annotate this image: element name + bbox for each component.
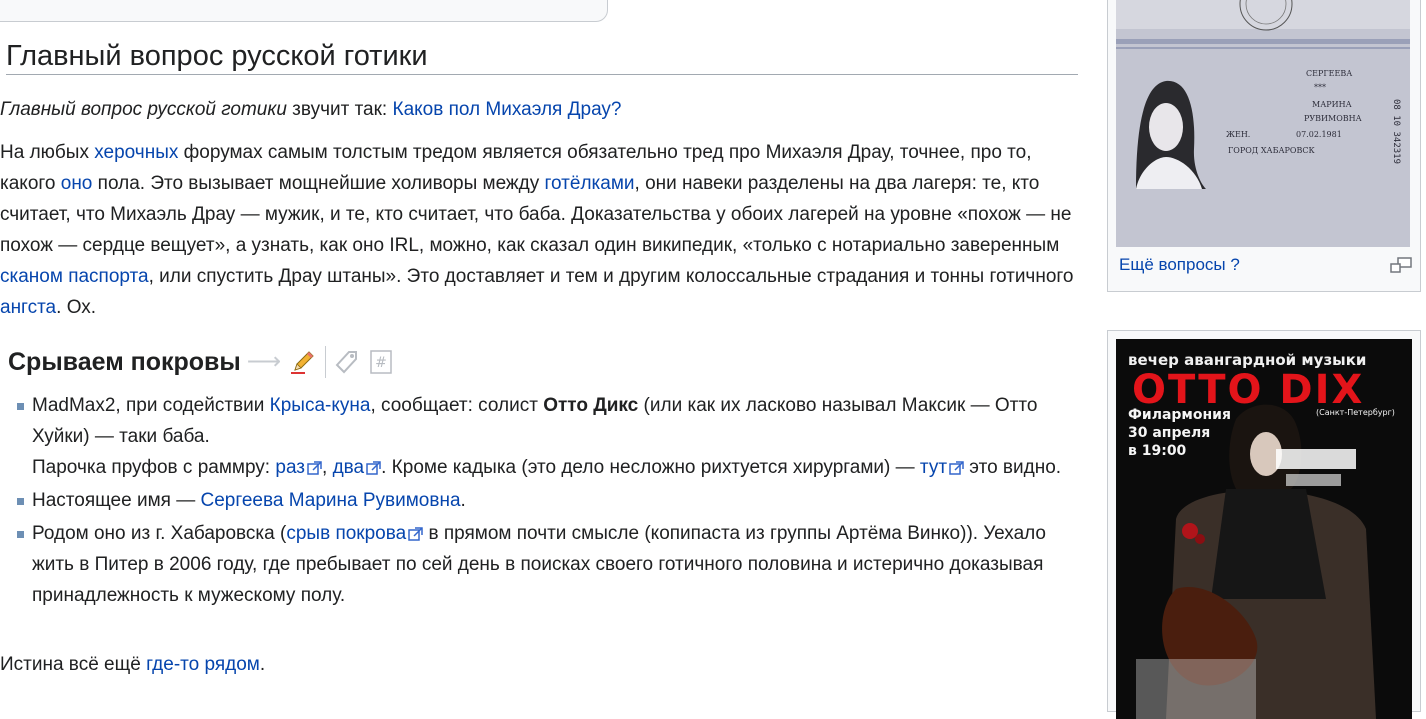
svg-text:08 10 342319: 08 10 342319 — [1391, 99, 1401, 164]
bullet — [17, 531, 24, 538]
subsection-heading: Срываем покровы ⟶ # — [8, 343, 394, 381]
svg-text:Филармония: Филармония — [1128, 407, 1231, 423]
tag-icon[interactable] — [334, 348, 360, 376]
subsection-title: Срываем покровы — [8, 348, 241, 376]
intro-paragraph: Главный вопрос русской готики звучит так… — [0, 99, 622, 120]
closing-paragraph: Истина всё ещё где-то рядом. — [0, 654, 266, 675]
svg-text:СЕРГЕЕВА: СЕРГЕЕВА — [1306, 69, 1352, 78]
facts-list: MadMax2, при содействии Крыса-куна, сооб… — [14, 390, 1089, 613]
magnify-icon[interactable] — [1390, 257, 1412, 273]
link-ono[interactable]: оно — [61, 173, 93, 194]
link-passport-scan[interactable]: сканом паспорта — [0, 266, 149, 287]
separator — [325, 346, 327, 378]
edit-pencil-icon[interactable] — [289, 348, 317, 376]
passport-image[interactable]: СЕРГЕЕВА *** МАРИНА РУВИМОВНА ЖЕН. 07.02… — [1116, 0, 1410, 247]
link-gde-to-ryadom[interactable]: где-то рядом — [146, 654, 260, 675]
list-item: Настоящее имя — Сергеева Марина Рувимовн… — [14, 485, 1089, 516]
intro-italic: Главный вопрос русской готики — [0, 99, 287, 120]
link-krysa-kun[interactable]: Крыса-куна — [270, 395, 371, 416]
external-link-icon — [366, 461, 381, 475]
link-raz[interactable]: раз — [275, 457, 305, 478]
svg-text:в 19:00: в 19:00 — [1128, 443, 1187, 459]
link-gotelki[interactable]: готёлками — [545, 173, 635, 194]
svg-text:ЖЕН.: ЖЕН. — [1226, 130, 1250, 139]
bold-otto-dix: Отто Дикс — [543, 395, 639, 416]
link-dva[interactable]: два — [333, 457, 365, 478]
bullet — [17, 498, 24, 505]
sidebar-thumb-passport: СЕРГЕЕВА *** МАРИНА РУВИМОВНА ЖЕН. 07.02… — [1107, 0, 1421, 292]
edit-tools: ⟶ # — [247, 343, 394, 381]
svg-text:***: *** — [1314, 83, 1326, 92]
link-real-name[interactable]: Сергеева Марина Рувимовна — [201, 490, 461, 511]
external-link-icon — [949, 461, 964, 475]
main-question-link[interactable]: Каков пол Михаэля Драу? — [393, 99, 622, 120]
svg-text:30 апреля: 30 апреля — [1128, 425, 1210, 441]
link-angst[interactable]: ангста — [0, 297, 56, 318]
external-link-icon — [408, 527, 423, 541]
poster-image[interactable]: вечер авангардной музыки OTTO DIX Филарм… — [1116, 339, 1412, 719]
main-paragraph: На любых херочных форумах самым толстым … — [0, 142, 1074, 318]
external-link-icon — [307, 461, 322, 475]
link-herochnyh[interactable]: херочных — [94, 142, 178, 163]
svg-text:ГОРОД ХАБАРОВСК: ГОРОД ХАБАРОВСК — [1228, 146, 1315, 155]
svg-text:#: # — [375, 355, 387, 371]
top-box — [0, 0, 608, 22]
sidebar-thumb-poster: вечер авангардной музыки OTTO DIX Филарм… — [1107, 330, 1421, 719]
list-item: Родом оно из г. Хабаровска (срыв покрова… — [14, 518, 1089, 611]
anchor-hash-icon[interactable]: # — [368, 348, 394, 376]
bullet — [17, 403, 24, 410]
svg-text:РУВИМОВНА: РУВИМОВНА — [1304, 114, 1362, 123]
list-item: MadMax2, при содействии Крыса-куна, сооб… — [14, 390, 1089, 483]
svg-text:07.02.1981: 07.02.1981 — [1296, 130, 1342, 139]
section-heading: Главный вопрос русской готики — [6, 38, 1078, 75]
svg-text:(Санкт-Петербург): (Санкт-Петербург) — [1316, 408, 1395, 417]
more-questions-link[interactable]: Ещё вопросы ? — [1119, 255, 1240, 275]
link-sryv-pokrova[interactable]: срыв покрова — [286, 523, 406, 544]
arrow-icon: ⟶ — [246, 348, 282, 375]
svg-text:МАРИНА: МАРИНА — [1312, 100, 1352, 109]
link-tut[interactable]: тут — [920, 457, 947, 478]
